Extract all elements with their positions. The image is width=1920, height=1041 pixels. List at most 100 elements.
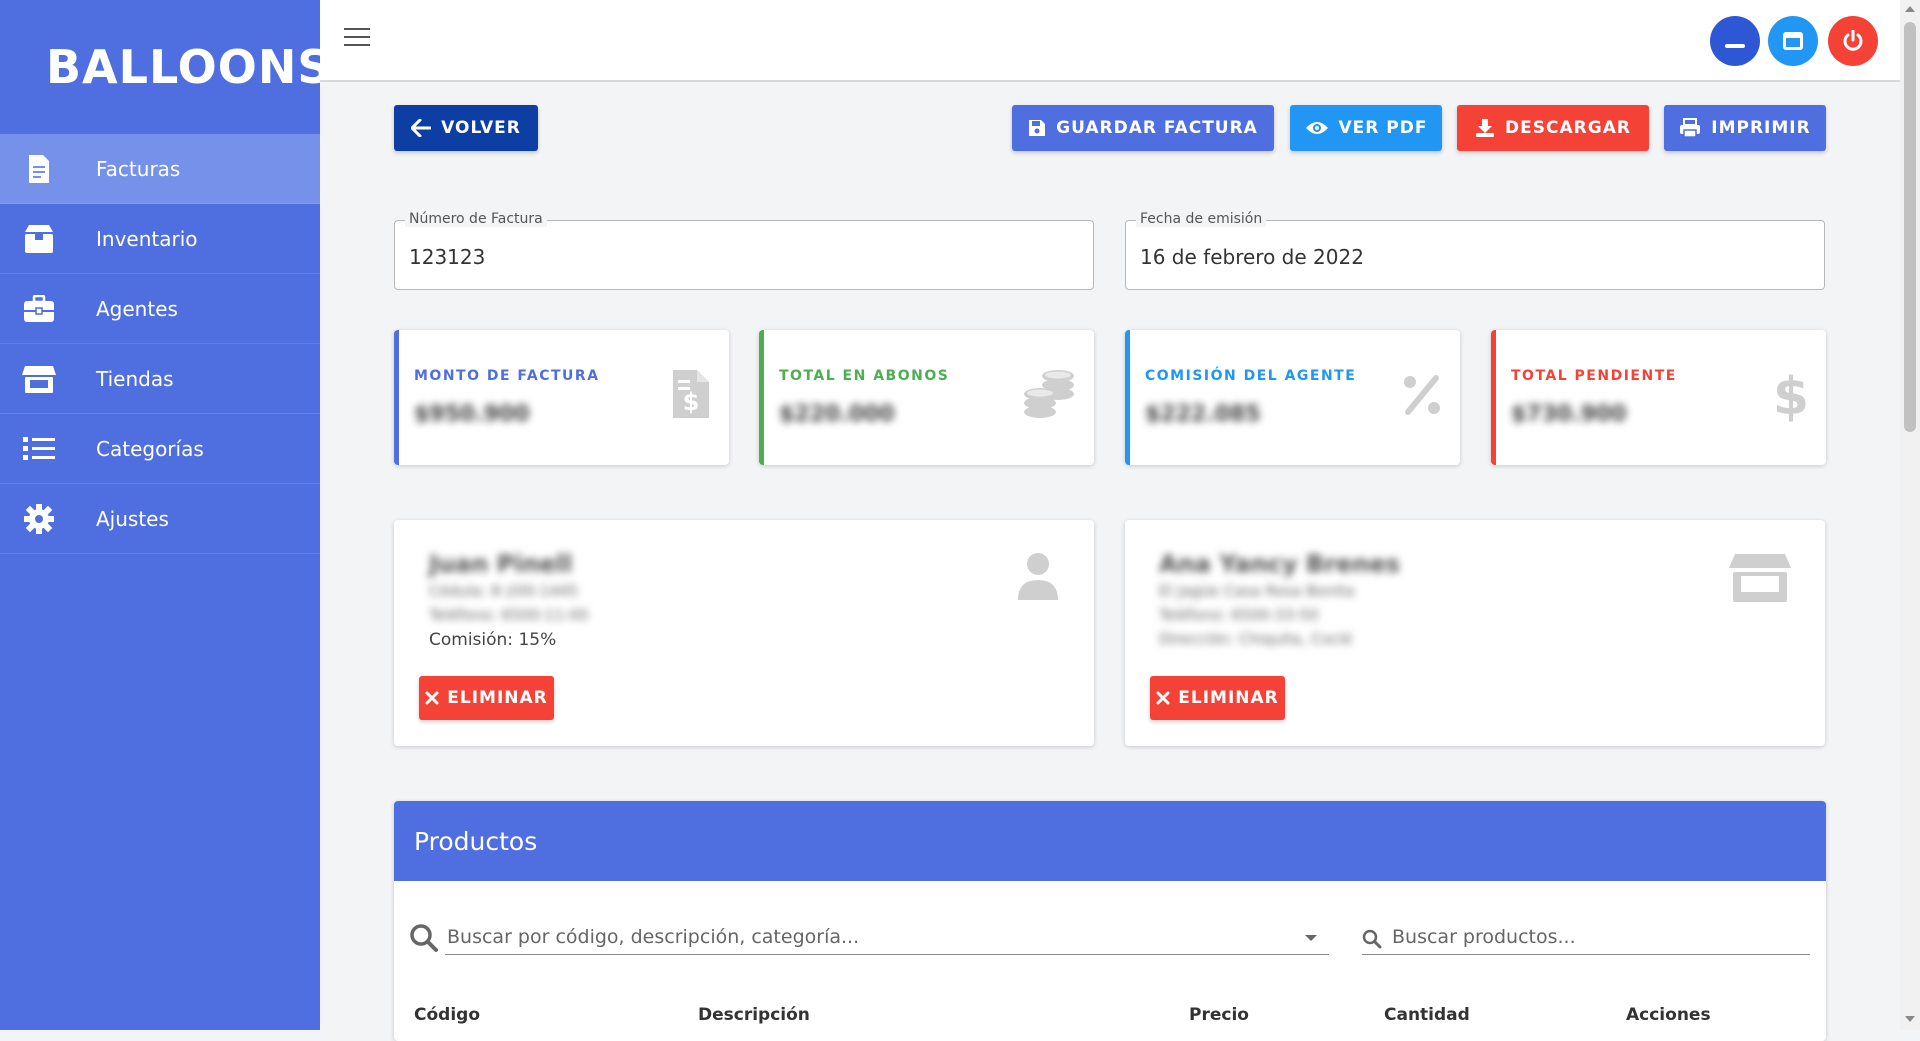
stat-value: $220.000: [779, 402, 895, 427]
download-label: DESCARGAR: [1505, 118, 1631, 138]
brand-logo[interactable]: BALLOONS: [0, 0, 330, 134]
issue-date-value: 16 de febrero de 2022: [1140, 245, 1364, 269]
briefcase-icon: [22, 292, 56, 326]
stat-title: TOTAL EN ABONOS: [779, 368, 950, 384]
store-address: El Jagüe Casa Rosa Bonita: [1159, 582, 1355, 600]
stat-title: MONTO DE FACTURA: [414, 368, 600, 384]
stat-accent-bar: [394, 330, 399, 465]
stat-accent-bar: [1125, 330, 1130, 465]
percent-icon: [1404, 375, 1440, 415]
stat-value: $730.900: [1511, 402, 1627, 427]
top-bar: [320, 0, 1900, 82]
view-pdf-button[interactable]: VER PDF: [1290, 105, 1442, 151]
view-pdf-label: VER PDF: [1338, 118, 1428, 138]
store-location: Dirección: Chiquita, Coclé: [1159, 630, 1353, 648]
remove-agent-label: ELIMINAR: [447, 688, 548, 708]
download-icon: [1476, 119, 1495, 137]
remove-store-button[interactable]: ELIMINAR: [1150, 676, 1285, 720]
sidebar-item-categorias[interactable]: Categorías: [0, 414, 320, 484]
products-panel: Productos Código Descripción Precio Cant…: [394, 801, 1826, 1041]
sidebar-item-agentes[interactable]: Agentes: [0, 274, 320, 344]
invoice-number-field[interactable]: Número de Factura 123123: [394, 211, 1094, 290]
gear-icon: [22, 502, 56, 536]
store-phone: Teléfono: 6500-33-50: [1159, 606, 1319, 624]
column-header-description[interactable]: Descripción: [698, 1005, 810, 1025]
vertical-scrollbar[interactable]: [1900, 0, 1920, 1030]
sidebar-item-facturas[interactable]: Facturas: [0, 134, 320, 204]
minimize-icon: [1725, 44, 1745, 48]
print-label: IMPRIMIR: [1711, 118, 1811, 138]
save-invoice-button[interactable]: GUARDAR FACTURA: [1012, 105, 1274, 151]
scroll-down-arrow[interactable]: [1905, 1016, 1915, 1022]
stat-value: $222.085: [1145, 402, 1261, 427]
back-button[interactable]: VOLVER: [394, 105, 538, 151]
menu-icon[interactable]: [344, 28, 370, 48]
stat-card-pending-total: TOTAL PENDIENTE $730.900 $: [1491, 330, 1826, 465]
power-icon: [1843, 30, 1863, 51]
store-icon: [22, 362, 56, 396]
sidebar-item-label: Agentes: [96, 296, 178, 321]
stat-value: $950.900: [414, 402, 530, 427]
svg-text:$: $: [1774, 368, 1808, 424]
chevron-down-icon[interactable]: [1305, 935, 1317, 941]
sidebar-item-label: Categorías: [96, 436, 204, 461]
dollar-icon: $: [1774, 368, 1808, 424]
printer-icon: [1680, 118, 1701, 138]
list-icon: [22, 432, 56, 466]
box-icon: [22, 222, 56, 256]
stat-card-total-payments: TOTAL EN ABONOS $220.000: [759, 330, 1094, 465]
print-button[interactable]: IMPRIMIR: [1664, 105, 1826, 151]
products-header: Productos: [394, 801, 1826, 881]
sidebar-item-ajustes[interactable]: Ajustes: [0, 484, 320, 554]
sidebar-item-tiendas[interactable]: Tiendas: [0, 344, 320, 414]
brand-name: BALLOONS: [46, 40, 332, 94]
products-title: Productos: [414, 826, 538, 856]
sidebar: BALLOONS Facturas Inventario Agentes Tie…: [0, 0, 330, 1030]
product-search-box: [409, 919, 1329, 959]
user-icon: [1018, 553, 1058, 600]
minimize-button[interactable]: [1710, 16, 1760, 66]
column-header-price[interactable]: Precio: [1189, 1005, 1249, 1025]
product-search-input[interactable]: [445, 919, 1329, 955]
stat-accent-bar: [1491, 330, 1496, 465]
sidebar-item-label: Facturas: [96, 156, 181, 181]
agent-name: Juan Pinell: [429, 550, 573, 578]
remove-store-label: ELIMINAR: [1178, 688, 1279, 708]
scroll-thumb[interactable]: [1904, 22, 1916, 432]
invoice-number-value: 123123: [409, 245, 486, 269]
store-name: Ana Yancy Brenes: [1159, 550, 1400, 578]
stat-card-agent-commission: COMISIÓN DEL AGENTE $222.085: [1125, 330, 1460, 465]
agent-phone: Teléfono: 6500-11-00: [429, 606, 589, 624]
save-invoice-label: GUARDAR FACTURA: [1056, 118, 1258, 138]
issue-date-field[interactable]: Fecha de emisión 16 de febrero de 2022: [1125, 211, 1825, 290]
issue-date-label: Fecha de emisión: [1136, 211, 1267, 227]
sidebar-item-label: Ajustes: [96, 506, 169, 531]
stat-accent-bar: [759, 330, 764, 465]
store-card: Ana Yancy Brenes El Jagüe Casa Rosa Boni…: [1125, 520, 1825, 746]
sidebar-item-label: Inventario: [96, 226, 198, 251]
eye-icon: [1305, 122, 1328, 134]
download-button[interactable]: DESCARGAR: [1457, 105, 1649, 151]
remove-agent-button[interactable]: ELIMINAR: [419, 676, 554, 720]
sidebar-item-inventario[interactable]: Inventario: [0, 204, 320, 274]
floppy-icon: [1029, 120, 1046, 136]
close-icon: [1156, 691, 1170, 705]
product-filter-input[interactable]: [1362, 919, 1810, 955]
store-icon: [1729, 554, 1791, 602]
agent-commission: Comisión: 15%: [429, 630, 557, 650]
search-icon: [410, 924, 438, 952]
column-header-quantity[interactable]: Cantidad: [1384, 1005, 1470, 1025]
close-icon: [425, 691, 439, 705]
power-button[interactable]: [1828, 16, 1878, 66]
svg-text:$: $: [683, 388, 700, 416]
agent-id: Cédula: 8-200-1445: [429, 582, 579, 600]
product-filter-box: [1362, 919, 1810, 959]
invoice-icon: [22, 152, 56, 186]
maximize-button[interactable]: [1768, 16, 1818, 66]
stat-card-invoice-amount: MONTO DE FACTURA $950.900 $: [394, 330, 729, 465]
window-icon: [1783, 32, 1803, 50]
column-header-code[interactable]: Código: [414, 1005, 480, 1025]
arrow-left-icon: [411, 119, 432, 137]
sidebar-item-label: Tiendas: [96, 366, 174, 391]
scroll-up-arrow[interactable]: [1905, 6, 1915, 12]
